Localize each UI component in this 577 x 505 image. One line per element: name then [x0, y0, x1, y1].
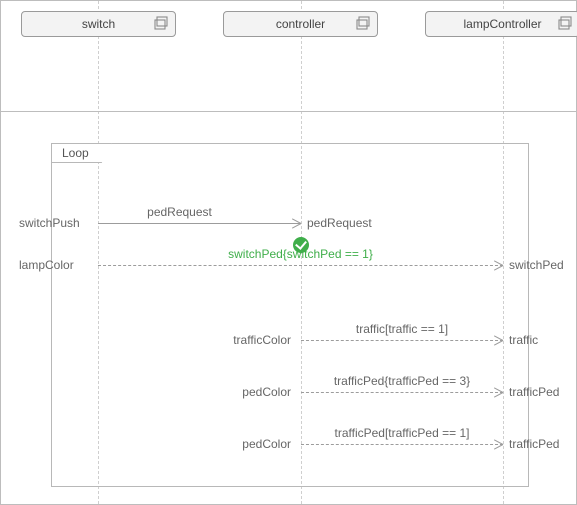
header-divider [1, 111, 576, 112]
lifeline-label: switch [82, 17, 115, 31]
gate-right-m4: trafficPed [509, 385, 559, 399]
gate-right-m5: trafficPed [509, 437, 559, 451]
gate-left-m3: trafficColor [233, 333, 291, 347]
gate-right-m1: pedRequest [307, 216, 372, 230]
gate-left-m1: switchPush [19, 216, 80, 230]
gate-left-m5: pedColor [242, 437, 291, 451]
gate-left-m2: lampColor [19, 258, 74, 272]
message-label: traffic[traffic == 1] [301, 322, 503, 336]
gate-right-m3: traffic [509, 333, 538, 347]
lifeline-switch[interactable]: switch [21, 11, 176, 37]
lifeline-controller[interactable]: controller [223, 11, 378, 37]
part-icon [558, 16, 572, 30]
lifeline-lampcontroller[interactable]: lampController [425, 11, 577, 37]
gate-left-m4: pedColor [242, 385, 291, 399]
part-icon [154, 16, 168, 30]
lifeline-label: controller [276, 17, 325, 31]
gate-right-m2: switchPed [509, 258, 564, 272]
lifeline-label: lampController [463, 17, 541, 31]
message-label: trafficPed{trafficPed == 3} [301, 374, 503, 388]
fragment-operator: Loop [51, 143, 112, 163]
message-label: pedRequest [58, 205, 301, 219]
message-label: trafficPed[trafficPed == 1] [301, 426, 503, 440]
part-icon [356, 16, 370, 30]
message-label: switchPed{switchPed == 1} [98, 247, 503, 261]
